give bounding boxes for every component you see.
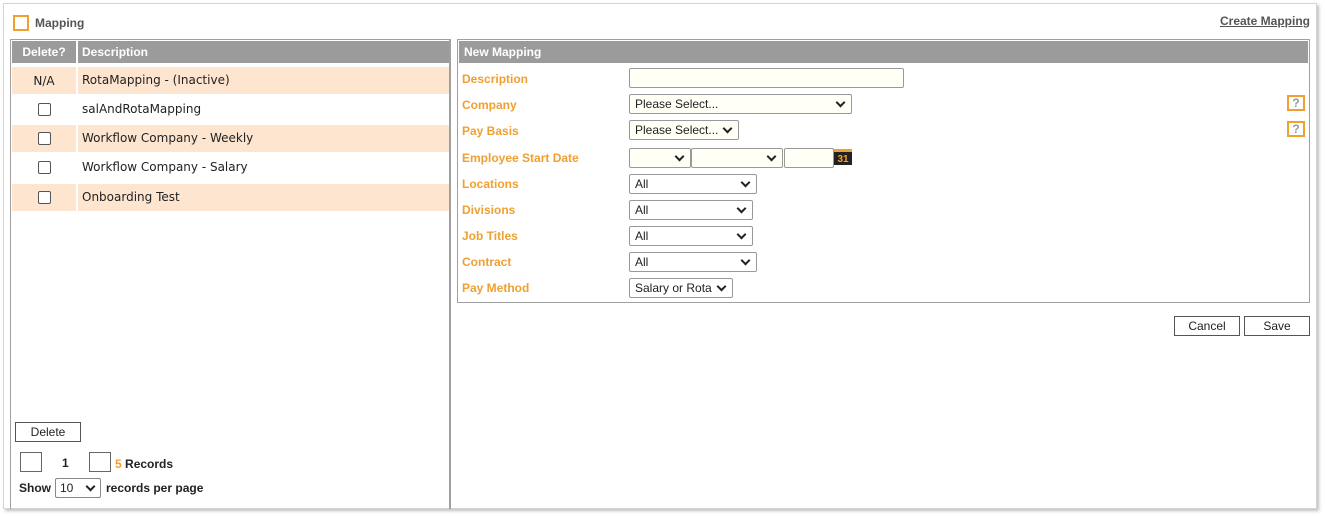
pay-basis-label: Pay Basis: [462, 124, 519, 138]
company-help-icon[interactable]: ?: [1287, 95, 1305, 111]
description-input[interactable]: [629, 68, 904, 88]
start-day-select[interactable]: [629, 148, 691, 168]
chevron-down-icon: [740, 177, 751, 187]
mapping-icon: [13, 15, 29, 31]
chevron-down-icon: [736, 203, 747, 213]
column-header-description[interactable]: Description: [82, 41, 148, 63]
save-button[interactable]: Save: [1244, 316, 1310, 336]
description-cell[interactable]: Onboarding Test: [82, 184, 180, 211]
new-mapping-form: New Mapping Description Company Please S…: [457, 39, 1310, 303]
pay-basis-select[interactable]: Please Select...: [629, 120, 739, 140]
delete-checkbox[interactable]: [37, 191, 51, 204]
table-row[interactable]: Workflow Company - Salary: [12, 154, 449, 181]
divisions-select[interactable]: All: [629, 200, 753, 220]
chevron-down-icon: [716, 281, 727, 291]
delete-checkbox[interactable]: [37, 161, 51, 174]
column-header-delete[interactable]: Delete?: [12, 41, 78, 63]
per-page-select[interactable]: 10: [55, 478, 101, 498]
grid-header: Delete? Description: [12, 41, 449, 63]
contract-label: Contract: [462, 255, 512, 269]
pay-method-value: Salary or Rota: [635, 281, 712, 295]
company-value: Please Select...: [635, 97, 719, 111]
employee-start-date-label: Employee Start Date: [462, 151, 579, 165]
locations-select[interactable]: All: [629, 174, 757, 194]
description-cell[interactable]: RotaMapping - (Inactive): [82, 67, 230, 94]
pager-previous-button[interactable]: [20, 452, 42, 472]
delete-cell: N/A: [12, 67, 78, 94]
page-title: Mapping: [35, 16, 85, 30]
chevron-down-icon: [722, 123, 733, 133]
locations-label: Locations: [462, 177, 519, 191]
pager-current-page: 1: [62, 456, 69, 470]
job-titles-label: Job Titles: [462, 229, 518, 243]
locations-value: All: [635, 177, 649, 191]
per-page-label: records per page: [106, 481, 204, 495]
calendar-icon[interactable]: 31: [834, 149, 852, 165]
divisions-value: All: [635, 203, 649, 217]
delete-checkbox[interactable]: [37, 103, 51, 116]
contract-select[interactable]: All: [629, 252, 757, 272]
delete-cell: [12, 154, 78, 181]
description-label: Description: [462, 72, 529, 86]
table-row[interactable]: Workflow Company - Weekly: [12, 125, 449, 152]
delete-cell: [12, 184, 78, 211]
job-titles-value: All: [635, 229, 649, 243]
create-mapping-link[interactable]: Create Mapping: [1220, 14, 1310, 28]
pay-basis-help-icon[interactable]: ?: [1287, 121, 1305, 137]
cancel-button[interactable]: Cancel: [1174, 316, 1240, 336]
pay-method-label: Pay Method: [462, 281, 530, 295]
delete-button[interactable]: Delete: [15, 422, 81, 442]
job-titles-select[interactable]: All: [629, 226, 753, 246]
description-cell[interactable]: Workflow Company - Salary: [82, 154, 248, 181]
panel-divider: [449, 39, 450, 509]
per-page-value: 10: [60, 481, 74, 495]
chevron-down-icon: [674, 151, 685, 161]
mapping-list-panel: Delete? Description N/A RotaMapping - (I…: [10, 39, 451, 509]
company-select[interactable]: Please Select...: [629, 94, 852, 114]
chevron-down-icon: [835, 97, 846, 107]
delete-checkbox[interactable]: [37, 132, 51, 145]
start-year-input[interactable]: [784, 148, 834, 168]
table-row[interactable]: Onboarding Test: [12, 184, 449, 211]
delete-cell: [12, 96, 78, 123]
description-cell[interactable]: Workflow Company - Weekly: [82, 125, 253, 152]
table-row[interactable]: salAndRotaMapping: [12, 96, 449, 123]
records-count: 5 Records: [115, 457, 173, 471]
records-label: Records: [125, 457, 174, 471]
chevron-down-icon: [740, 255, 751, 265]
company-label: Company: [462, 98, 517, 112]
chevron-down-icon: [766, 151, 777, 161]
table-row[interactable]: N/A RotaMapping - (Inactive): [12, 67, 449, 94]
pay-method-select[interactable]: Salary or Rota: [629, 278, 733, 298]
contract-value: All: [635, 255, 649, 269]
start-month-select[interactable]: [691, 148, 783, 168]
record-count-value: 5: [115, 457, 122, 471]
chevron-down-icon: [85, 481, 96, 491]
description-cell[interactable]: salAndRotaMapping: [82, 96, 201, 123]
pay-basis-value: Please Select...: [635, 123, 719, 137]
per-page-row: Show 10 records per page: [19, 478, 203, 498]
show-label: Show: [19, 481, 51, 495]
pager-next-button[interactable]: [89, 452, 111, 472]
chevron-down-icon: [736, 229, 747, 239]
divisions-label: Divisions: [462, 203, 516, 217]
delete-cell: [12, 125, 78, 152]
form-title: New Mapping: [459, 41, 1308, 63]
